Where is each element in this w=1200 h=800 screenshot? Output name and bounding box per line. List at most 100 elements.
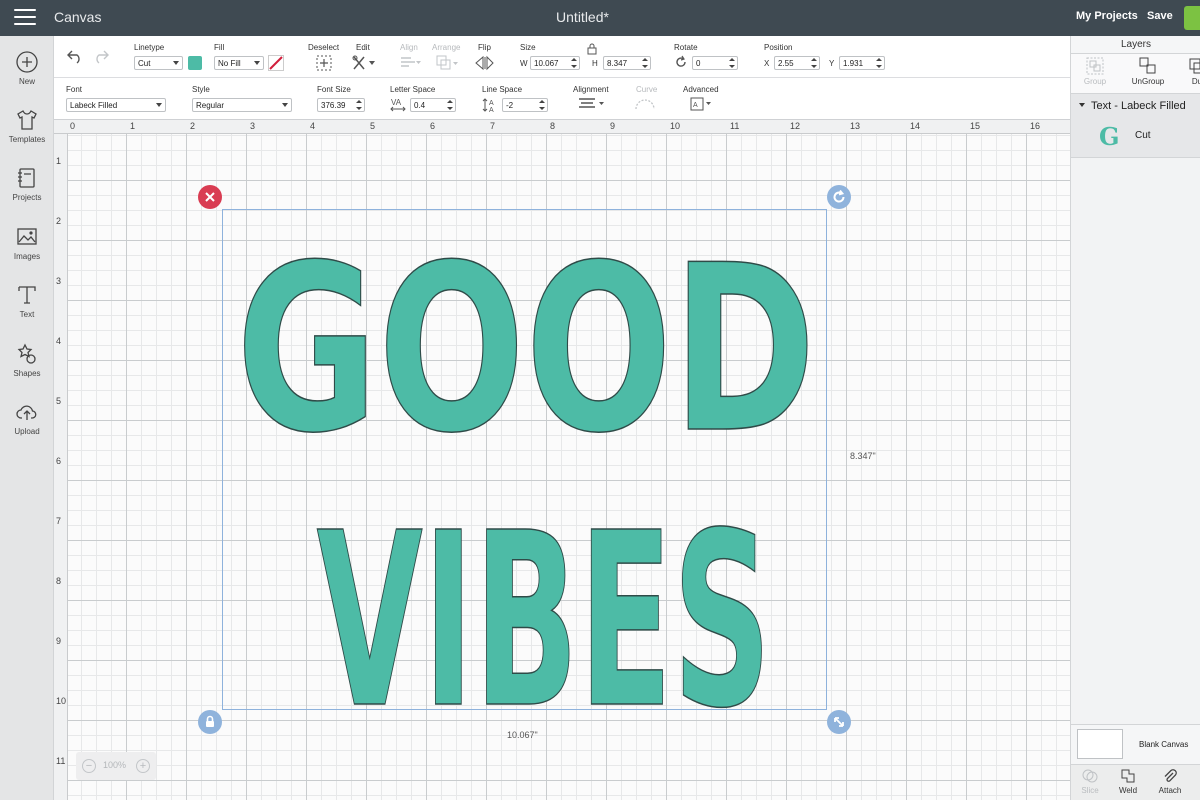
- flip-icon[interactable]: [474, 55, 498, 71]
- ruler-h-label: 10: [670, 121, 681, 131]
- undo-icon[interactable]: [66, 48, 84, 64]
- tshirt-icon: [17, 110, 37, 130]
- layers-bottom-tools: Slice Weld Attach: [1071, 764, 1200, 800]
- layers-panel: Layers Group UnGroup Du Text - Labeck Fi…: [1070, 36, 1200, 800]
- line-space-value: -2: [506, 101, 514, 110]
- sidebar-item-text[interactable]: Text: [0, 283, 54, 337]
- blank-canvas-swatch: [1077, 729, 1123, 759]
- advanced-options-icon[interactable]: A: [690, 97, 712, 111]
- redo-icon[interactable]: [92, 48, 110, 64]
- zoom-control: − 100% +: [76, 752, 156, 780]
- curve-icon[interactable]: [634, 97, 658, 111]
- fill-select[interactable]: No Fill: [214, 56, 264, 70]
- arrange-label: Arrange: [432, 43, 461, 52]
- font-size-input[interactable]: 376.39: [317, 98, 365, 112]
- y-position-input[interactable]: 1.931: [839, 56, 885, 70]
- zoom-out-button[interactable]: −: [82, 759, 96, 773]
- duplicate-label: Du: [1191, 77, 1200, 86]
- ruler-v-label: 5: [56, 396, 62, 406]
- blank-canvas-item[interactable]: Blank Canvas: [1071, 724, 1200, 764]
- layer-item-cut[interactable]: G Cut: [1097, 122, 1197, 152]
- width-input[interactable]: 10.067: [530, 56, 580, 70]
- weld-button[interactable]: Weld: [1115, 768, 1141, 795]
- style-select[interactable]: Regular: [192, 98, 292, 112]
- alignment-label: Alignment: [573, 85, 609, 94]
- sidebar-label-text: Text: [19, 310, 35, 319]
- text-t-icon: [18, 286, 36, 304]
- sidebar-item-templates[interactable]: Templates: [0, 108, 54, 162]
- ruler-h-label: 13: [850, 121, 861, 131]
- sidebar-label-projects: Projects: [12, 193, 42, 202]
- svg-text:A: A: [489, 100, 494, 107]
- sidebar-label-new: New: [18, 77, 35, 86]
- ruler-h-label: 3: [250, 121, 256, 131]
- height-input[interactable]: 8.347: [603, 56, 651, 70]
- y-label: Y: [829, 59, 835, 68]
- slice-icon: [1082, 769, 1098, 783]
- duplicate-button[interactable]: Du: [1187, 57, 1200, 86]
- slice-button[interactable]: Slice: [1077, 768, 1103, 795]
- rotate-handle[interactable]: [827, 185, 851, 209]
- linetype-select[interactable]: Cut: [134, 56, 183, 70]
- ruler-h-label: 4: [310, 121, 316, 131]
- sidebar-label-images: Images: [13, 252, 41, 261]
- font-size-value: 376.39: [321, 101, 346, 110]
- zoom-in-button[interactable]: +: [136, 759, 150, 773]
- letter-space-label: Letter Space: [390, 85, 436, 94]
- sidebar-label-shapes: Shapes: [13, 369, 41, 378]
- ruler-h-label: 12: [790, 121, 801, 131]
- rotate-icon: [827, 185, 851, 209]
- font-select[interactable]: Labeck Filled: [66, 98, 166, 112]
- notebook-icon: [18, 168, 35, 188]
- make-it-button[interactable]: [1184, 6, 1200, 30]
- ruler-v-label: 6: [56, 456, 62, 466]
- sidebar-item-new[interactable]: New: [0, 50, 54, 104]
- layer-item-name: Cut: [1135, 130, 1151, 141]
- rotate-label: Rotate: [674, 43, 698, 52]
- cloud-upload-icon: [16, 405, 37, 420]
- ruler-h-label: 1: [130, 121, 136, 131]
- attach-button[interactable]: Attach: [1155, 768, 1185, 795]
- x-position-input[interactable]: 2.55: [774, 56, 820, 70]
- top-bar: Canvas Untitled* My Projects Save: [0, 0, 1200, 36]
- line-space-input[interactable]: -2: [502, 98, 548, 112]
- delete-handle[interactable]: [198, 185, 222, 209]
- save-button[interactable]: Save: [1147, 10, 1173, 22]
- my-projects-link[interactable]: My Projects: [1076, 10, 1138, 22]
- sidebar-item-shapes[interactable]: Shapes: [0, 342, 54, 396]
- no-fill-swatch-icon[interactable]: [268, 55, 284, 71]
- rotate-icon: [676, 55, 686, 67]
- curve-label: Curve: [636, 85, 658, 94]
- layer-group-text[interactable]: Text - Labeck Filled G Cut: [1071, 94, 1200, 158]
- layers-title: Layers: [1071, 36, 1200, 54]
- lock-handle[interactable]: [198, 710, 222, 734]
- deselect-icon[interactable]: [316, 55, 332, 71]
- ruler-v-label: 10: [56, 696, 67, 706]
- svg-text:A: A: [693, 102, 698, 109]
- design-canvas[interactable]: 0 1 2 3 4 5 6 7 8 9 10 11 12 13 14 15 16 1 2 3 4 5 6 7 8 9 10 11 G…: [54, 120, 1070, 800]
- font-label: Font: [66, 85, 83, 94]
- sidebar-item-images[interactable]: Images: [0, 225, 54, 279]
- letter-space-icon: VA: [390, 98, 406, 112]
- ruler-v-label: 7: [56, 516, 62, 526]
- paperclip-icon: [1164, 769, 1177, 782]
- group-button[interactable]: Group: [1081, 57, 1109, 86]
- vertical-ruler: 1 2 3 4 5 6 7 8 9 10 11: [54, 134, 68, 800]
- ruler-h-label: 8: [550, 121, 556, 131]
- edit-tools-icon[interactable]: [352, 55, 376, 71]
- ruler-h-label: 16: [1030, 121, 1041, 131]
- text-alignment-icon[interactable]: [578, 97, 606, 111]
- sidebar-item-upload[interactable]: Upload: [0, 400, 54, 454]
- edit-toolbar: Linetype Cut Fill No Fill Deselect Edit …: [54, 36, 1070, 78]
- linetype-color-swatch[interactable]: [188, 56, 202, 70]
- lock-proportions-icon[interactable]: [587, 43, 597, 55]
- sidebar-item-projects[interactable]: Projects: [0, 166, 54, 220]
- arrange-icon[interactable]: [436, 55, 460, 71]
- ungroup-button[interactable]: UnGroup: [1129, 57, 1167, 86]
- align-icon[interactable]: [400, 56, 422, 70]
- resize-handle[interactable]: [827, 710, 851, 734]
- rotate-input[interactable]: 0: [692, 56, 738, 70]
- document-title: Untitled*: [556, 9, 609, 25]
- lock-icon: [198, 710, 222, 734]
- letter-space-input[interactable]: 0.4: [410, 98, 456, 112]
